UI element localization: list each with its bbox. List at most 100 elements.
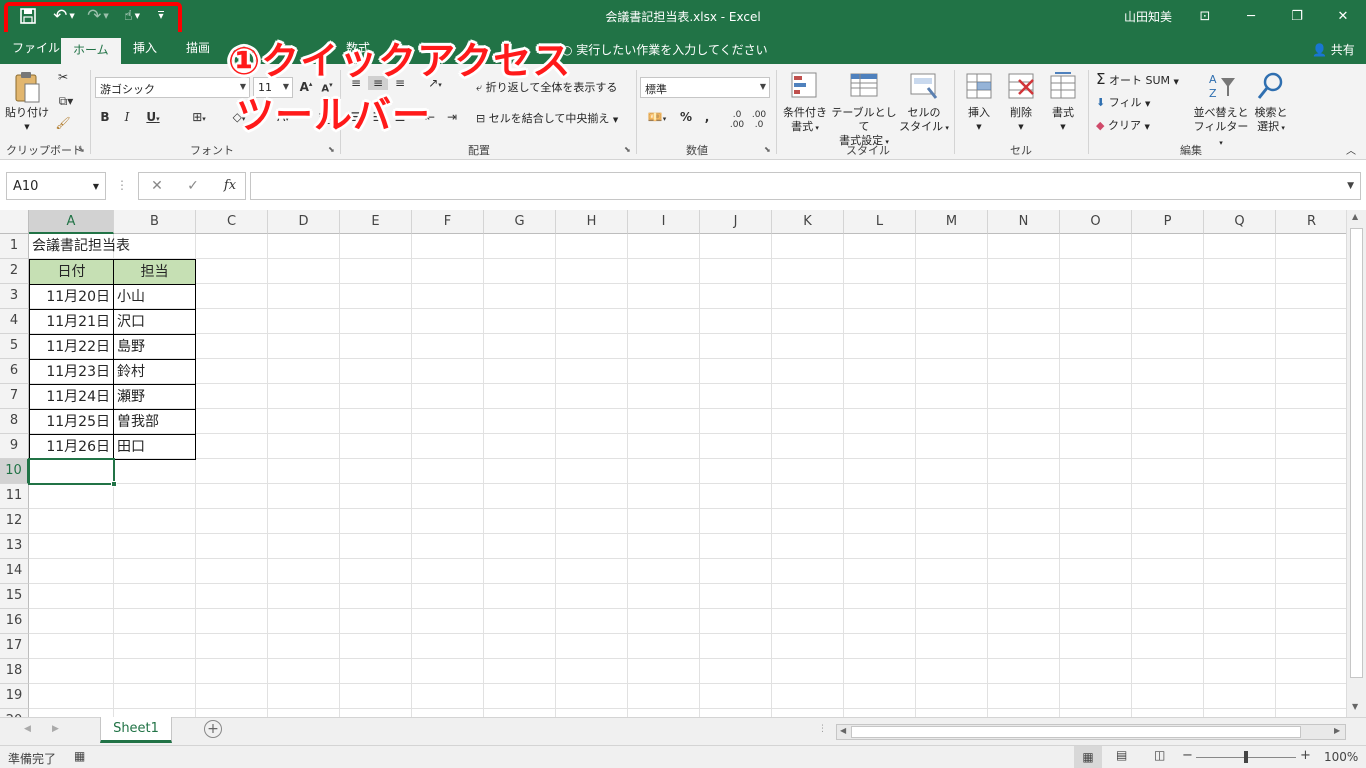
row-header-11[interactable]: 11	[0, 484, 29, 509]
column-header-n[interactable]: N	[988, 210, 1060, 234]
cell-date[interactable]: 11月26日	[29, 434, 114, 460]
align-left-icon[interactable]: ☰	[346, 110, 366, 124]
underline-icon[interactable]: U▾	[142, 110, 164, 124]
format-painter-icon[interactable]: 🖌	[54, 116, 72, 130]
scroll-right-icon[interactable]: ▶	[1334, 726, 1340, 735]
conditional-format-button[interactable]: 条件付き 書式 ▾	[780, 70, 830, 135]
column-header-c[interactable]: C	[196, 210, 268, 234]
tell-me-box[interactable]: ○ 実行したい作業を入力してください	[562, 41, 768, 58]
vertical-scrollbar[interactable]: ▲ ▼	[1346, 210, 1366, 717]
save-icon[interactable]	[16, 6, 40, 26]
cell-styles-button[interactable]: セルの スタイル ▾	[898, 70, 950, 135]
horizontal-scroll-thumb[interactable]	[851, 726, 1301, 738]
autosum-button[interactable]: Σ オート SUM ▼	[1096, 72, 1179, 89]
delete-cells-button[interactable]: 削除 ▼	[1002, 70, 1040, 134]
macro-record-icon[interactable]: ▦	[74, 749, 85, 763]
grow-font-icon[interactable]: A▴	[297, 80, 315, 94]
orientation-icon[interactable]: ↗▾	[420, 76, 450, 90]
sheet-tab-sheet1[interactable]: Sheet1	[100, 717, 172, 743]
decrease-indent-icon[interactable]: ⇤	[420, 110, 440, 124]
touch-mode-button[interactable]: ☝ ▼	[116, 6, 148, 26]
next-sheet-icon[interactable]: ▶	[52, 724, 59, 734]
decrease-decimal-icon[interactable]: .00.0	[750, 110, 768, 130]
cell-person[interactable]: 田口	[113, 434, 196, 460]
dialog-launcher-icon[interactable]: ⬊	[78, 145, 85, 154]
row-header-19[interactable]: 19	[0, 684, 29, 709]
ribbon-display-button[interactable]: ⊡	[1182, 0, 1228, 32]
column-header-b[interactable]: B	[114, 210, 196, 234]
column-header-q[interactable]: Q	[1204, 210, 1276, 234]
cell-person[interactable]: 島野	[113, 334, 196, 360]
borders-icon[interactable]: ⊞▾	[184, 110, 214, 124]
sort-filter-button[interactable]: AZ 並べ替えと フィルター ▾	[1192, 70, 1250, 150]
enter-icon[interactable]: ✓	[185, 178, 201, 194]
find-select-button[interactable]: 検索と 選択 ▾	[1252, 70, 1290, 135]
vertical-scroll-thumb[interactable]	[1350, 228, 1363, 678]
row-header-12[interactable]: 12	[0, 509, 29, 534]
user-name[interactable]: 山田知美	[1124, 8, 1172, 25]
tab-formulas[interactable]: 数式	[346, 40, 370, 64]
tab-file[interactable]: ファイル	[12, 40, 60, 64]
number-format-select[interactable]: 標準 ▼	[640, 77, 770, 98]
cancel-icon[interactable]: ✕	[149, 178, 165, 194]
merge-center-button[interactable]: ⊟ セルを結合して中央揃え ▼	[476, 112, 618, 127]
row-header-9[interactable]: 9	[0, 434, 29, 459]
cell-person[interactable]: 鈴村	[113, 359, 196, 385]
cell-a2-header-date[interactable]: 日付	[29, 259, 114, 285]
column-header-p[interactable]: P	[1132, 210, 1204, 234]
insert-function-icon[interactable]: fx	[221, 178, 239, 193]
row-header-20[interactable]: 20	[0, 709, 29, 717]
column-header-k[interactable]: K	[772, 210, 844, 234]
dialog-launcher-icon[interactable]: ⬊	[764, 145, 771, 154]
clear-button[interactable]: ◆ クリア ▼	[1096, 119, 1150, 134]
row-header-15[interactable]: 15	[0, 584, 29, 609]
scroll-left-icon[interactable]: ◀	[840, 726, 846, 735]
formula-input[interactable]: ▼	[250, 172, 1361, 200]
column-header-j[interactable]: J	[700, 210, 772, 234]
italic-icon[interactable]: I	[120, 110, 134, 124]
row-header-5[interactable]: 5	[0, 334, 29, 359]
format-as-table-button[interactable]: テーブルとして 書式設定 ▾	[830, 70, 898, 149]
cell-person[interactable]: 沢口	[113, 309, 196, 335]
expand-formula-icon[interactable]: ▼	[1347, 181, 1354, 191]
name-box[interactable]: A10 ▼	[6, 172, 106, 200]
phonetic-icon[interactable]: 亜▾	[316, 110, 336, 127]
fill-handle[interactable]	[111, 481, 117, 487]
undo-button[interactable]: ↶ ▼	[48, 6, 80, 26]
scroll-down-icon[interactable]: ▼	[1352, 702, 1358, 711]
row-header-7[interactable]: 7	[0, 384, 29, 409]
close-button[interactable]: ✕	[1320, 0, 1366, 32]
row-header-17[interactable]: 17	[0, 634, 29, 659]
worksheet-grid[interactable]: ABCDEFGHIJKLMNOPQR 1 2 3 4 5 6 7 8 9 10 11 12 13 14 15…	[0, 210, 1346, 717]
row-header-2[interactable]: 2	[0, 259, 29, 284]
page-break-view-icon[interactable]: ◫	[1154, 748, 1165, 762]
column-header-g[interactable]: G	[484, 210, 556, 234]
align-bottom-icon[interactable]: ≡	[390, 76, 410, 90]
zoom-level[interactable]: 100%	[1324, 750, 1358, 764]
cell-date[interactable]: 11月20日	[29, 284, 114, 310]
row-header-10[interactable]: 10	[0, 459, 29, 484]
cell-b2-header-person[interactable]: 担当	[113, 259, 196, 285]
cell-date[interactable]: 11月22日	[29, 334, 114, 360]
horizontal-scrollbar[interactable]: ◀ ▶	[836, 724, 1346, 740]
column-header-f[interactable]: F	[412, 210, 484, 234]
restore-button[interactable]: ❐	[1274, 0, 1320, 32]
zoom-out-icon[interactable]: −	[1182, 748, 1193, 763]
align-right-icon[interactable]: ☰	[390, 110, 410, 124]
cell-date[interactable]: 11月21日	[29, 309, 114, 335]
font-name-select[interactable]: 游ゴシック ▼	[95, 77, 250, 98]
paste-button[interactable]: 貼り付け ▼	[4, 70, 50, 134]
scroll-up-icon[interactable]: ▲	[1352, 212, 1358, 221]
fill-button[interactable]: ⬇ フィル ▼	[1096, 96, 1150, 111]
cell-person[interactable]: 小山	[113, 284, 196, 310]
zoom-in-icon[interactable]: +	[1300, 748, 1311, 763]
row-header-4[interactable]: 4	[0, 309, 29, 334]
format-cells-button[interactable]: 書式 ▼	[1044, 70, 1082, 134]
tab-home[interactable]: ホーム	[61, 38, 121, 64]
font-color-icon[interactable]: A▾	[268, 110, 298, 124]
copy-icon[interactable]: ⧉▾	[54, 94, 78, 109]
drag-handle-icon[interactable]: ⋮	[116, 178, 128, 192]
cell-person[interactable]: 瀬野	[113, 384, 196, 410]
row-header-6[interactable]: 6	[0, 359, 29, 384]
minimize-button[interactable]: ─	[1228, 0, 1274, 32]
